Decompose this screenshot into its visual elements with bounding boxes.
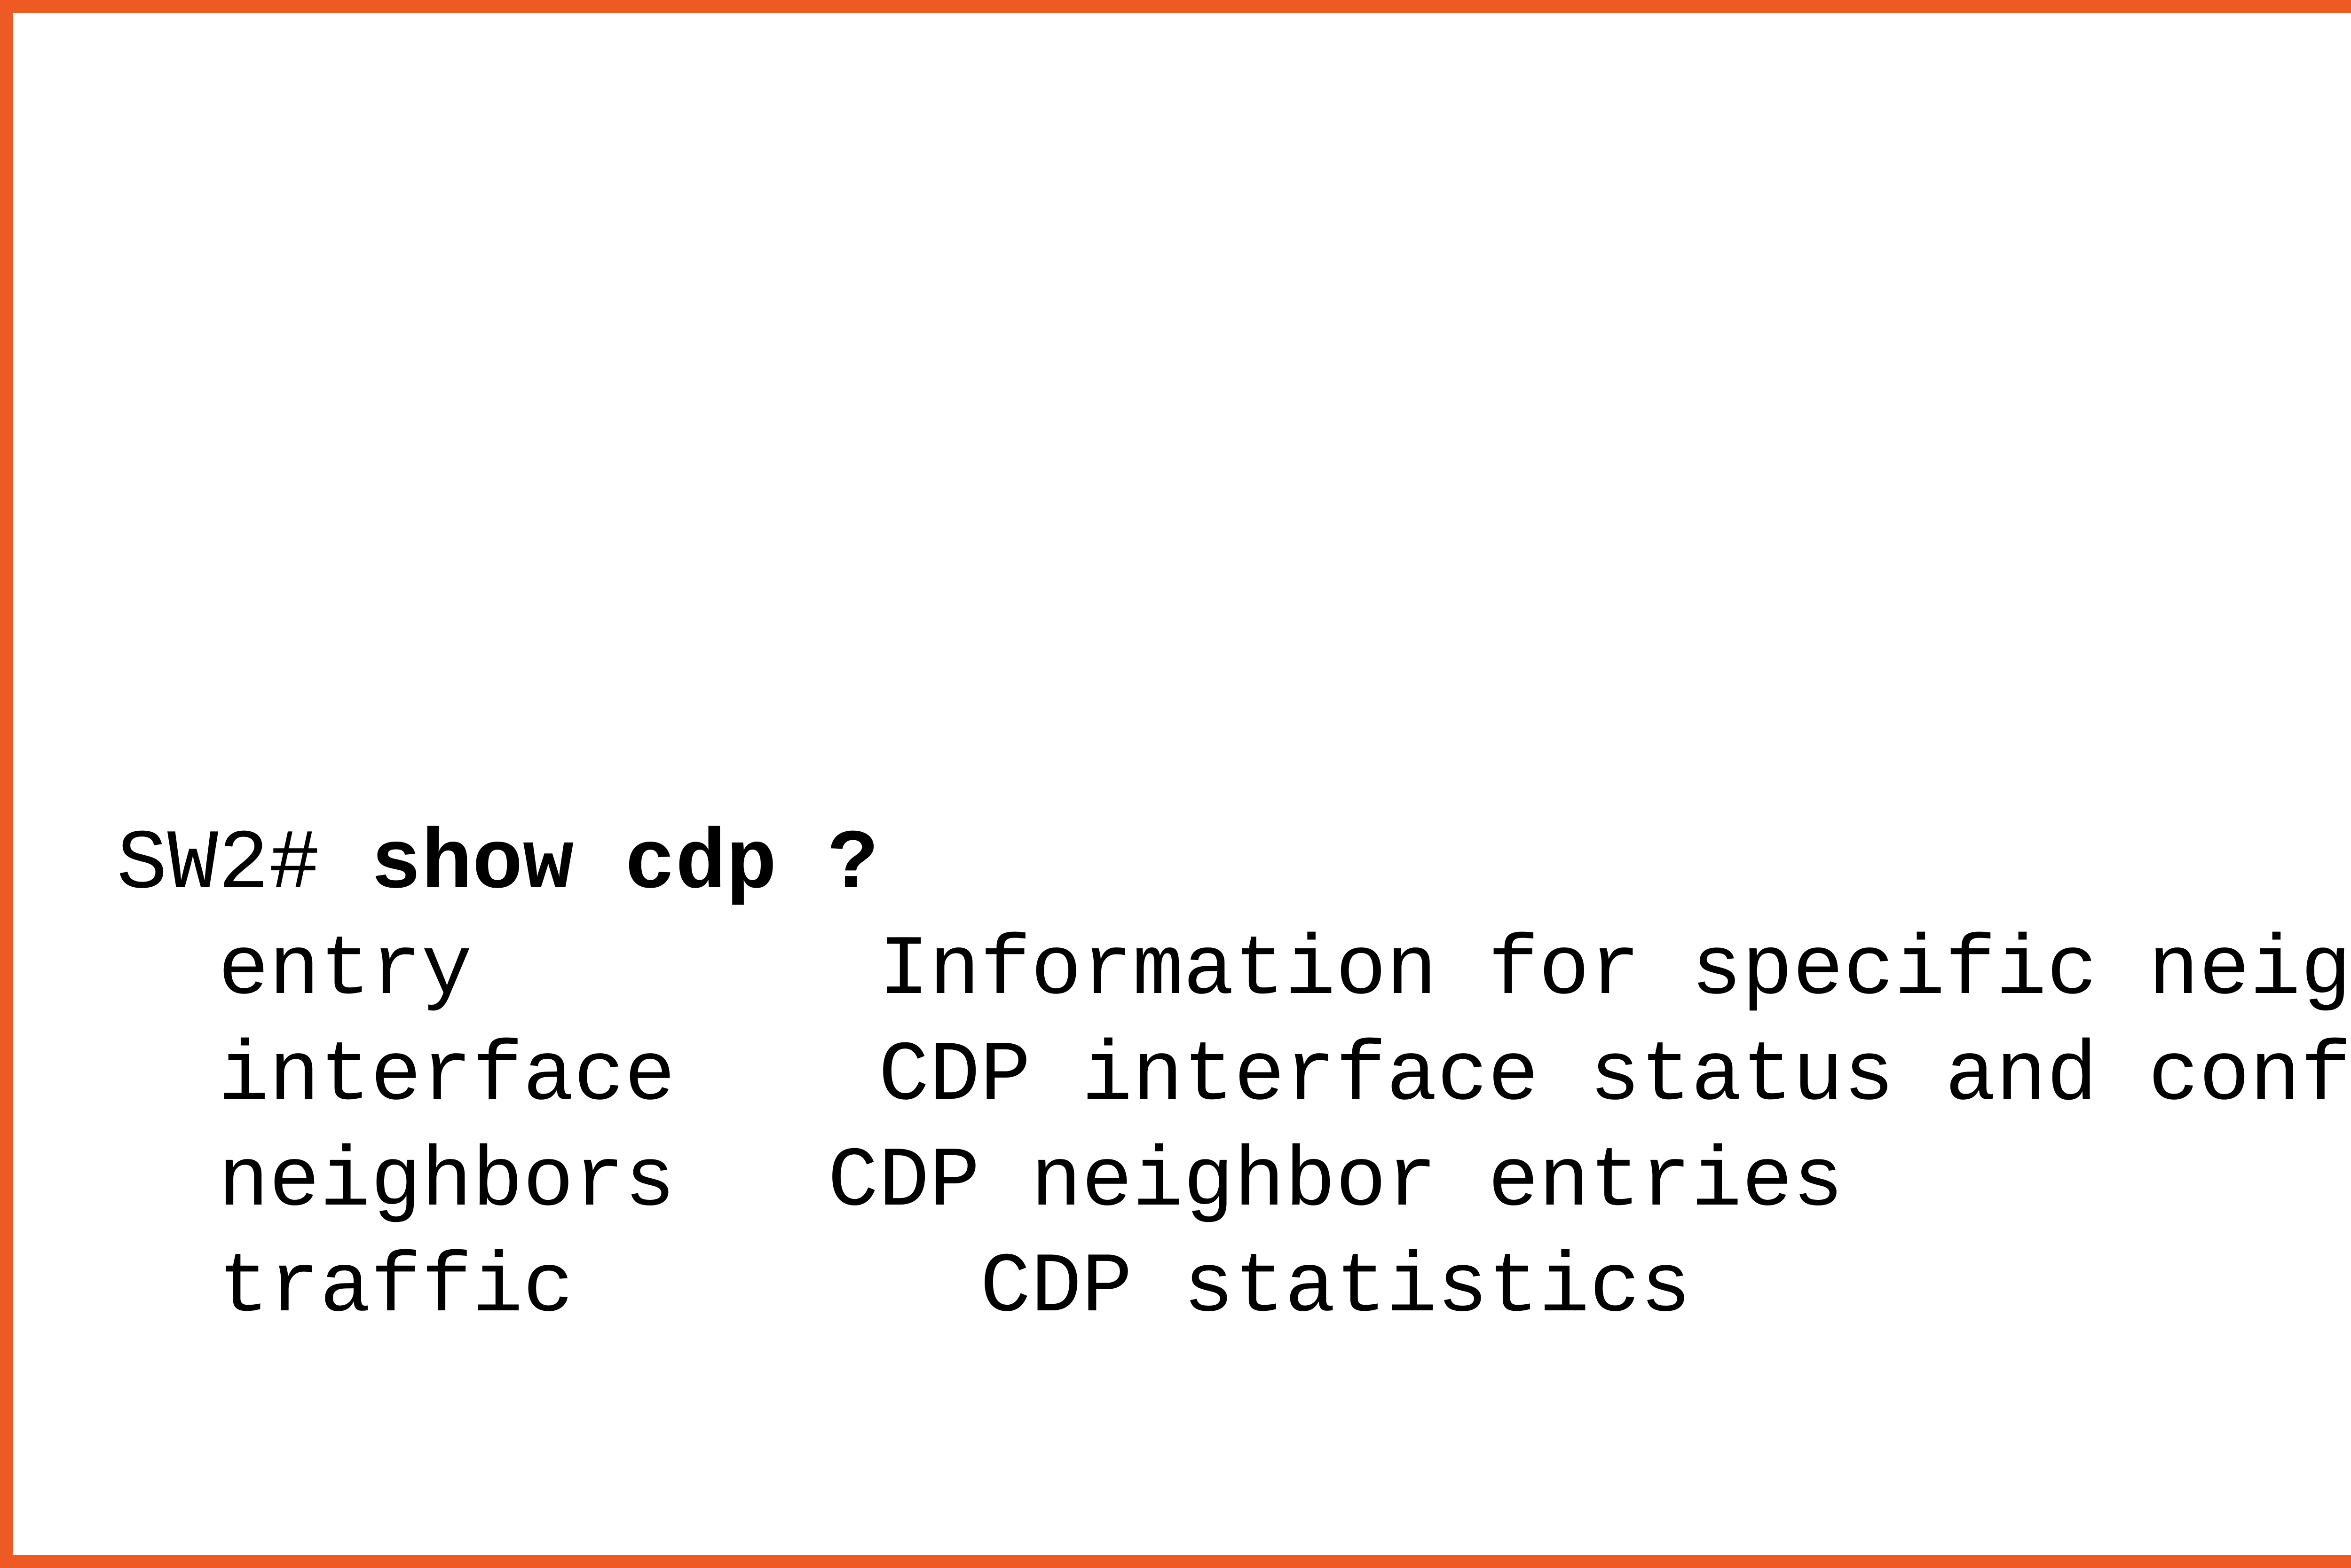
cli-prompt-line: SW2# show cdp ? xyxy=(117,812,2351,918)
cli-option-traffic: traffic CDP statistics xyxy=(117,1236,2351,1341)
cli-option-entry: entry Information for specific neighbor … xyxy=(117,918,2351,1024)
cli-prompt: SW2# xyxy=(117,817,371,913)
cli-output: SW2# show cdp ? entry Information for sp… xyxy=(117,601,2351,1553)
cli-option-neighbors: neighbors CDP neighbor entries xyxy=(117,1130,2351,1236)
document-frame: PIVIT SW2# show cdp ? entry Information … xyxy=(0,0,2351,1568)
cli-command: show cdp ? xyxy=(371,817,878,913)
cli-option-interface: interface CDP interface status and confi… xyxy=(117,1024,2351,1130)
